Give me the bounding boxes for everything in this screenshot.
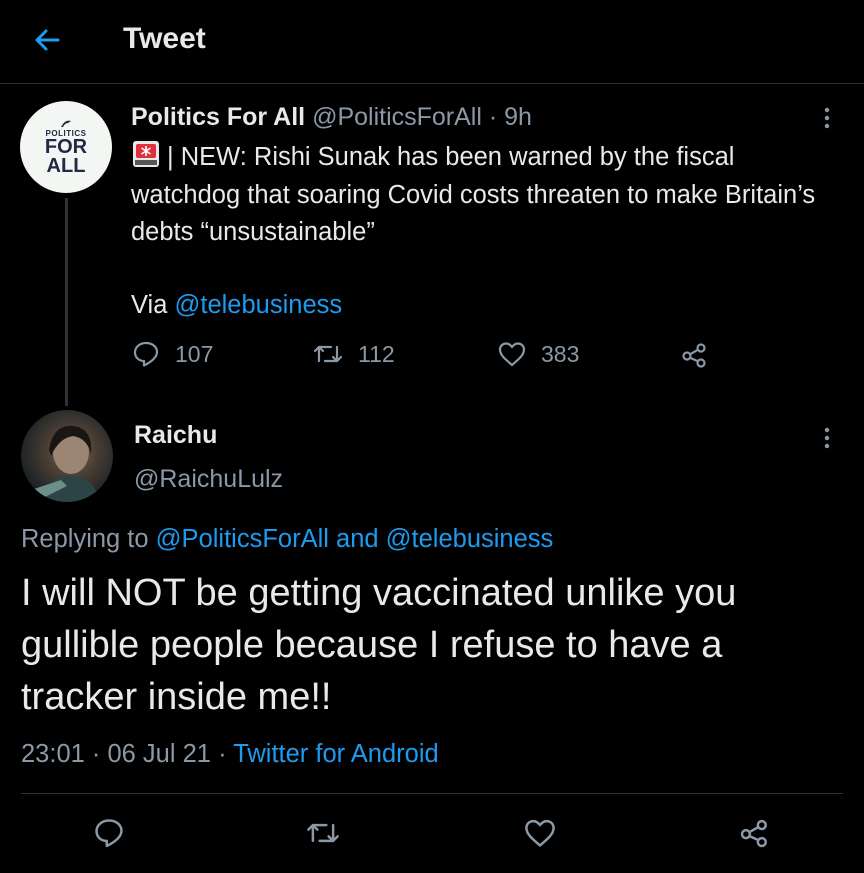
arrow-left-icon: [35, 29, 60, 51]
separator: ·: [84, 740, 108, 768]
retweet-count: 112: [358, 340, 395, 367]
divider: [21, 793, 843, 794]
avatar[interactable]: [21, 410, 113, 502]
share-icon: [740, 819, 768, 848]
rotating-light-icon: [131, 139, 161, 169]
tweet-time: 23:01: [21, 740, 85, 768]
share-icon: [682, 343, 706, 368]
tweet-text: I will NOT be getting vaccinated unlike …: [21, 572, 737, 718]
heart-icon: [525, 819, 555, 847]
reply-icon: [95, 819, 123, 848]
replying-and[interactable]: and: [329, 525, 386, 553]
replying-to: Replying to @PoliticsForAll and @telebus…: [21, 522, 553, 556]
tweet-meta: 23:01 · 06 Jul 21 · Twitter for Android: [21, 737, 439, 771]
mention-link[interactable]: @telebusiness: [386, 525, 554, 553]
back-button[interactable]: [28, 20, 68, 60]
avatar-text-all: ALL: [46, 154, 86, 177]
retweet-button[interactable]: 112: [312, 339, 395, 369]
tweet-header: Politics For All @PoliticsForAll · 9h: [131, 102, 532, 132]
source-link[interactable]: Twitter for Android: [233, 740, 439, 768]
reply-button[interactable]: [92, 816, 126, 850]
replying-prefix: Replying to: [21, 525, 156, 553]
display-name[interactable]: Raichu: [134, 421, 217, 450]
retweet-icon: [307, 823, 339, 843]
tweet-via-line: Via @telebusiness: [131, 289, 342, 321]
separator: ·: [210, 740, 234, 768]
reply-count: 107: [175, 340, 214, 367]
share-button[interactable]: [680, 340, 724, 370]
avatar-text-for: FOR: [44, 135, 88, 158]
tweet-body: | NEW: Rishi Sunak has been warned by th…: [131, 143, 816, 246]
mention-link[interactable]: @PoliticsForAll: [156, 525, 329, 553]
tweet-date: 06 Jul 21: [107, 740, 211, 768]
logo-icon: [61, 120, 71, 128]
mention-link[interactable]: @telebusiness: [174, 291, 342, 319]
tweet-text: | NEW: Rishi Sunak has been warned by th…: [131, 139, 821, 252]
more-options-button[interactable]: [815, 104, 839, 132]
profile-photo-icon: [31, 425, 101, 502]
reply-button[interactable]: 107: [131, 339, 213, 369]
more-vertical-icon: [824, 107, 830, 129]
timestamp[interactable]: 9h: [504, 103, 532, 131]
separator: ·: [481, 103, 505, 131]
reply-icon: [133, 341, 159, 367]
share-button[interactable]: [738, 816, 772, 850]
more-vertical-icon: [824, 427, 830, 449]
retweet-button[interactable]: [305, 816, 341, 850]
display-name[interactable]: Politics For All: [131, 103, 305, 131]
more-options-button[interactable]: [815, 424, 839, 452]
like-count: 383: [541, 340, 580, 367]
handle[interactable]: @PoliticsForAll: [312, 103, 482, 131]
retweet-icon: [313, 345, 343, 363]
handle[interactable]: @RaichuLulz: [134, 465, 283, 494]
page-title: Tweet: [123, 22, 206, 55]
thread-line: [65, 198, 68, 406]
avatar[interactable]: POLITICS FOR ALL: [20, 101, 112, 193]
via-label: Via: [131, 291, 175, 319]
heart-icon: [498, 342, 526, 367]
like-button[interactable]: [523, 816, 557, 850]
like-button[interactable]: 383: [497, 339, 579, 369]
header-divider: [0, 83, 864, 84]
